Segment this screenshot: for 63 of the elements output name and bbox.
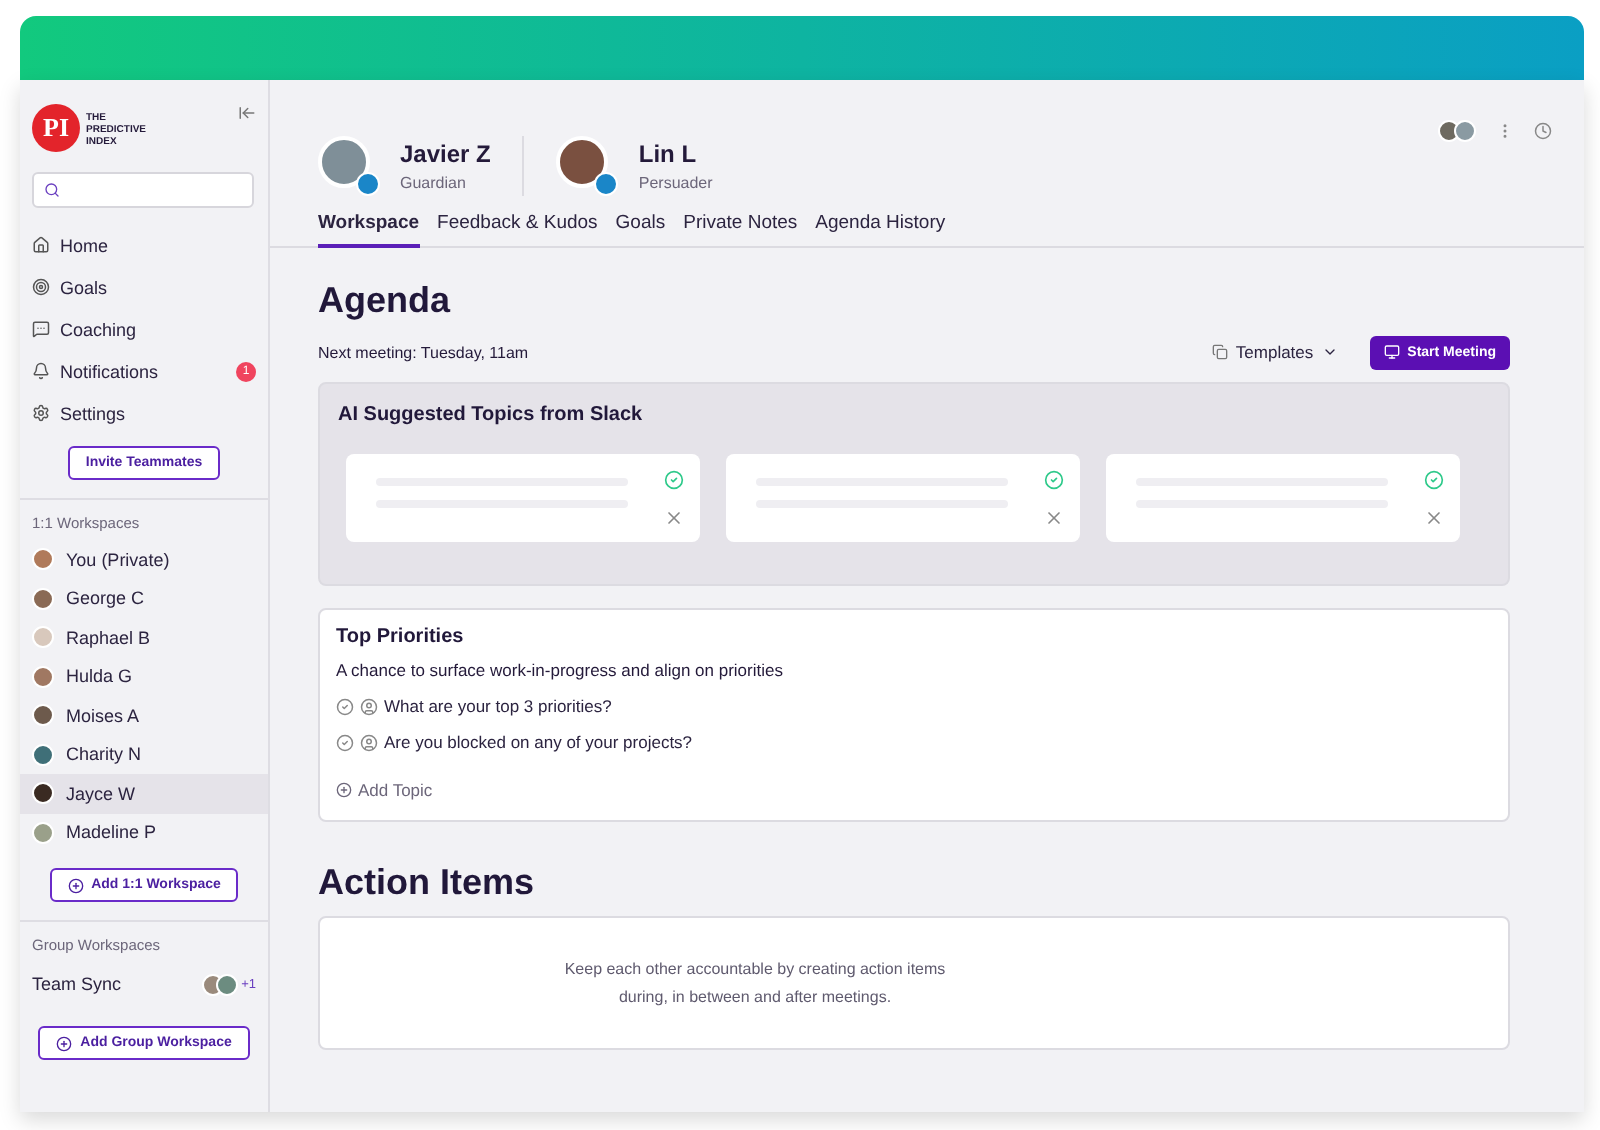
workspace-item[interactable]: George C (20, 579, 268, 618)
nav-item[interactable]: Goals (20, 266, 268, 308)
workspace-item[interactable]: Moises A (20, 696, 268, 735)
accept-icon[interactable] (664, 470, 684, 490)
section-heading: Agenda (318, 280, 453, 322)
tab[interactable]: Goals (615, 212, 666, 248)
participant-name: Lin L (638, 140, 699, 168)
home-icon (32, 236, 50, 254)
tab[interactable]: Workspace (318, 212, 420, 248)
participant-name: Javier Z (400, 140, 491, 168)
topic-text: What are your top 3 priorities? (384, 696, 612, 716)
avatar (1454, 120, 1476, 142)
plus-icon (336, 782, 352, 798)
nav-item[interactable]: Settings (20, 392, 268, 434)
copy-icon (1211, 344, 1228, 360)
accept-icon[interactable] (1424, 470, 1444, 490)
section-heading: Action Items (318, 862, 537, 904)
close-icon[interactable] (664, 508, 684, 528)
user-icon (360, 733, 378, 751)
user-icon (360, 697, 378, 715)
chat-icon (32, 320, 50, 338)
workspace-item[interactable]: Raphael B (20, 618, 268, 657)
close-icon[interactable] (1424, 508, 1444, 528)
collapse-sidebar-icon[interactable] (238, 104, 256, 122)
workspace-item[interactable]: You (Private) (20, 540, 268, 579)
avatar (215, 973, 238, 995)
templates-dropdown[interactable]: Templates (1211, 342, 1338, 362)
accept-icon[interactable] (1044, 470, 1064, 490)
profile-avatar (556, 136, 619, 196)
workspace-item[interactable]: Madeline P (20, 813, 268, 852)
logo-mark: PI (32, 104, 80, 152)
workspace-item[interactable]: Jayce W (20, 774, 268, 813)
empty-state-text: Keep each other accountable by creating action items during, in between and after meetings. (562, 957, 948, 1010)
plus-icon (67, 877, 84, 893)
workspace-item[interactable]: Hulda G (20, 657, 268, 696)
topic-text: Are you blocked on any of your projects? (384, 732, 693, 752)
avatar (1438, 120, 1460, 142)
tab[interactable]: Feedback & Kudos (437, 212, 598, 248)
tab[interactable]: Private Notes (683, 212, 798, 248)
bell-icon (32, 362, 50, 380)
clock-icon[interactable] (1534, 122, 1552, 140)
card-title: Top Priorities (336, 626, 466, 648)
card-description: A chance to surface work-in-progress and align on priorities (336, 660, 785, 680)
tab[interactable]: Agenda History (815, 212, 946, 248)
nav-item[interactable]: Coaching (20, 308, 268, 350)
nav-item[interactable]: Home (20, 224, 268, 266)
check-icon[interactable] (336, 697, 354, 715)
profile-type: Guardian (400, 174, 468, 192)
monitor-icon (1383, 344, 1400, 360)
workspace-item[interactable]: Charity N (20, 735, 268, 774)
settings-icon (32, 404, 50, 422)
next-meeting-text: Next meeting: Tuesday, 11am (318, 343, 529, 361)
target-icon (32, 278, 50, 296)
search-field[interactable] (32, 172, 254, 208)
profile-avatar (318, 136, 380, 196)
search-icon (44, 182, 60, 198)
profile-type: Persuader (638, 174, 713, 192)
plus-icon (56, 1035, 73, 1051)
panel-title: AI Suggested Topics from Slack (338, 404, 645, 426)
chevron-down-icon (1321, 344, 1338, 360)
close-icon[interactable] (1044, 508, 1064, 528)
add-topic-link[interactable]: Add Topic (336, 780, 433, 800)
check-icon[interactable] (336, 733, 354, 751)
